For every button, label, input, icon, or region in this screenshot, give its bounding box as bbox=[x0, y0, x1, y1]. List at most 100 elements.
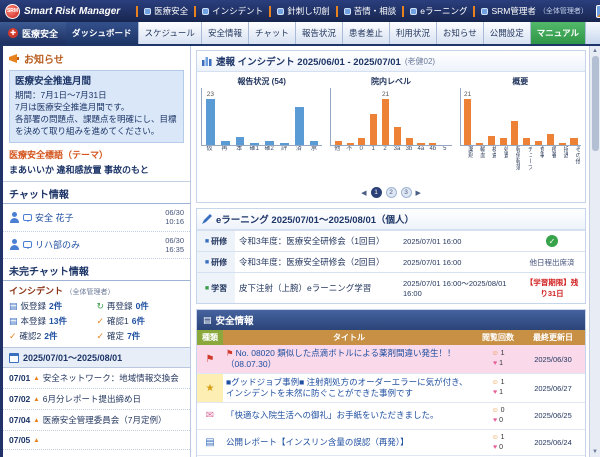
safety-info-table: 種類タイトル閲覧回数最終更新日⚑⚑No. 08020 類似した点滴ボトルによる薬… bbox=[197, 330, 585, 457]
tab-report-status[interactable]: 報告状況 bbox=[296, 22, 343, 44]
chart-column bbox=[485, 88, 497, 145]
unfinished-count-item[interactable]: ✓確認22件 bbox=[9, 330, 97, 342]
schedule-title[interactable]: 6月分レポート提出締め日 bbox=[43, 393, 184, 405]
scrollbar-thumb[interactable] bbox=[592, 56, 599, 151]
topbar: SRM Smart Risk Manager 医療安全インシデント針刺し切創苦情… bbox=[0, 0, 600, 22]
top-menu-item-medical-safety[interactable]: 医療安全 bbox=[144, 5, 188, 17]
axis-label: その他 bbox=[568, 146, 580, 184]
heart-count-value: 0 bbox=[497, 444, 503, 451]
quick-menu-icon[interactable] bbox=[596, 5, 600, 18]
chart-column bbox=[247, 88, 262, 145]
axis-label: 承 bbox=[306, 146, 321, 153]
chat-user-name[interactable]: 安全 花子 bbox=[35, 211, 162, 224]
unfinished-counts: ▤仮登録2件↻再登録0件▤本登録13件✓確認16件✓確認22件✓確定7件 bbox=[3, 298, 190, 347]
top-menu-item-needlestick[interactable]: 針刺し切創 bbox=[277, 5, 330, 17]
safety-info-title: 安全情報 bbox=[216, 313, 254, 327]
chart-bar bbox=[429, 143, 436, 145]
pager-next-icon[interactable]: ▶ bbox=[416, 189, 421, 197]
schedule-list: 07/01▲安全ネットワーク：地域情報交換会07/02▲6月分レポート提出締め日… bbox=[3, 368, 190, 450]
pager-page-1[interactable]: 1 bbox=[371, 187, 382, 198]
chart-bar bbox=[206, 99, 215, 145]
axis-label: 不 bbox=[343, 146, 355, 153]
scroll-up-icon[interactable]: ▲ bbox=[592, 46, 598, 56]
event-marker-icon: ▲ bbox=[33, 437, 39, 444]
schedule-title[interactable]: 医療安全管理委員会（7月定例） bbox=[43, 414, 184, 426]
safety-info-link[interactable]: 公開レポート【インスリン含量の誤認（再発）】 bbox=[226, 437, 409, 447]
safety-info-link[interactable]: No. 08020 類似した点滴ボトルによる薬剤間違い発生！！（08.07.30… bbox=[226, 348, 455, 369]
chart-column bbox=[473, 88, 485, 145]
top-menu-item-complaint[interactable]: 苦情・相談 bbox=[344, 5, 397, 17]
unfinished-count-item[interactable]: ▤本登録13件 bbox=[9, 315, 97, 327]
pager-page-2[interactable]: 2 bbox=[386, 187, 397, 198]
elearning-datetime: 2025/07/01 16:00～2025/08/01 16:00 bbox=[399, 273, 519, 304]
axis-label: 再 bbox=[217, 146, 232, 153]
count-value: 6件 bbox=[132, 315, 145, 327]
chart-bar bbox=[370, 114, 377, 145]
main-scrollbar[interactable]: ▲ ▼ bbox=[589, 46, 600, 457]
tab-schedule[interactable]: スケジュール bbox=[139, 22, 202, 44]
sidebar: お知らせ 医療安全推進月間 期間：7月1日～7月31日 7月は医療安全推進月間で… bbox=[3, 46, 191, 457]
schedule-range-label: 2025/07/01～2025/08/01 bbox=[23, 351, 122, 364]
axis-label: 3a bbox=[391, 146, 403, 153]
safety-header-row: 種類タイトル閲覧回数最終更新日 bbox=[197, 330, 585, 345]
safety-info-row: ⚑⚑No. 08020 類似した点滴ボトルによる薬剤間違い発生！！（08.07.… bbox=[197, 345, 585, 374]
chat-item[interactable]: 安全 花子06/3010:16 bbox=[3, 204, 190, 232]
tab-patient-hold[interactable]: 患者差止 bbox=[343, 22, 390, 44]
tab-safety-info[interactable]: 安全情報 bbox=[202, 22, 249, 44]
chart-plot: 21 bbox=[330, 88, 451, 146]
chart-column bbox=[521, 88, 533, 145]
tab-usage[interactable]: 利用状況 bbox=[390, 22, 437, 44]
unfinished-count-item[interactable]: ▤仮登録2件 bbox=[9, 300, 97, 312]
tab-manual[interactable]: マニュアル bbox=[531, 22, 586, 44]
chat-timestamp: 06/3016:35 bbox=[165, 236, 184, 255]
menu-separator bbox=[269, 6, 271, 17]
axis-label: 済 bbox=[292, 146, 307, 153]
menu-item-label: インシデント bbox=[212, 5, 263, 17]
document-icon: ▤ bbox=[203, 315, 212, 326]
elearning-title[interactable]: 令和3年度：医療安全研修会（2回目） bbox=[235, 252, 399, 273]
type-chip: ■研修 bbox=[205, 236, 227, 247]
count-value: 13件 bbox=[49, 315, 67, 327]
safety-type-cell: ✉ bbox=[197, 403, 223, 430]
schedule-item: 07/02▲6月分レポート提出締め日 bbox=[3, 389, 190, 410]
elearning-title[interactable]: 皮下注射（上腕）eラーニング学習 bbox=[235, 273, 399, 304]
chart-column bbox=[497, 88, 509, 145]
axis-label: 処置 bbox=[496, 146, 508, 184]
elearning-datetime: 2025/07/01 16:00 bbox=[399, 231, 519, 252]
chat-item[interactable]: リハ部のみ06/3016:35 bbox=[3, 232, 190, 260]
chart-axis: 仮再本確1確2評済承 bbox=[201, 146, 322, 153]
chat-user-name[interactable]: リハ部のみ bbox=[35, 238, 162, 251]
count-value: 2件 bbox=[49, 300, 62, 312]
chart-bar bbox=[476, 143, 483, 145]
tab-publish-settings[interactable]: 公開設定 bbox=[484, 22, 531, 44]
tab-chat[interactable]: チャット bbox=[249, 22, 296, 44]
axis-label: 0 bbox=[355, 146, 367, 153]
tab-dashboard[interactable]: ダッシュボード bbox=[66, 22, 139, 44]
chart-column bbox=[439, 88, 451, 145]
pager-page-3[interactable]: 3 bbox=[401, 187, 412, 198]
megaphone-icon bbox=[9, 53, 20, 64]
tab-news[interactable]: お知らせ bbox=[437, 22, 484, 44]
schedule-title[interactable]: 安全ネットワーク：地域情報交換会 bbox=[43, 372, 184, 384]
smile-count: ☺ 1 bbox=[478, 349, 518, 359]
top-menu-item-incident[interactable]: インシデント bbox=[202, 5, 263, 17]
notice-line: 7月は医療安全推進月間です。 bbox=[15, 102, 178, 114]
elearning-type-cell: ■研修 bbox=[197, 231, 235, 252]
scroll-down-icon[interactable]: ▼ bbox=[592, 447, 598, 457]
pager-prev-icon[interactable]: ◀ bbox=[361, 189, 366, 197]
unfinished-count-item[interactable]: ✓確認16件 bbox=[97, 315, 185, 327]
count-value: 0件 bbox=[136, 300, 149, 312]
unfinished-count-item[interactable]: ↻再登録0件 bbox=[97, 300, 185, 312]
elearning-title[interactable]: 令和3年度：医療安全研修会（1回目） bbox=[235, 231, 399, 252]
safety-info-link[interactable]: 「快適な入院生活への御礼」お手紙をいただきました。 bbox=[226, 410, 439, 420]
top-menu-item-elearning[interactable]: eラーニング bbox=[410, 5, 467, 17]
pin-icon: ⚑ bbox=[226, 348, 234, 358]
safety-info-link[interactable]: ■グッドジョブ事例■ 注射剤処方のオーダーエラーに気が付き、インシデントを未然に… bbox=[226, 377, 468, 398]
count-label: 本登録 bbox=[21, 315, 47, 327]
chart-column bbox=[218, 88, 233, 145]
chat-time-value: 10:16 bbox=[165, 217, 184, 226]
unfinished-count-item[interactable]: ✓確定7件 bbox=[97, 330, 185, 342]
calendar-icon bbox=[9, 353, 19, 363]
top-menu-item-srm-admin[interactable]: SRM管理者（全体管理者） bbox=[481, 5, 587, 17]
smiley-icon: ☺ bbox=[492, 350, 499, 357]
